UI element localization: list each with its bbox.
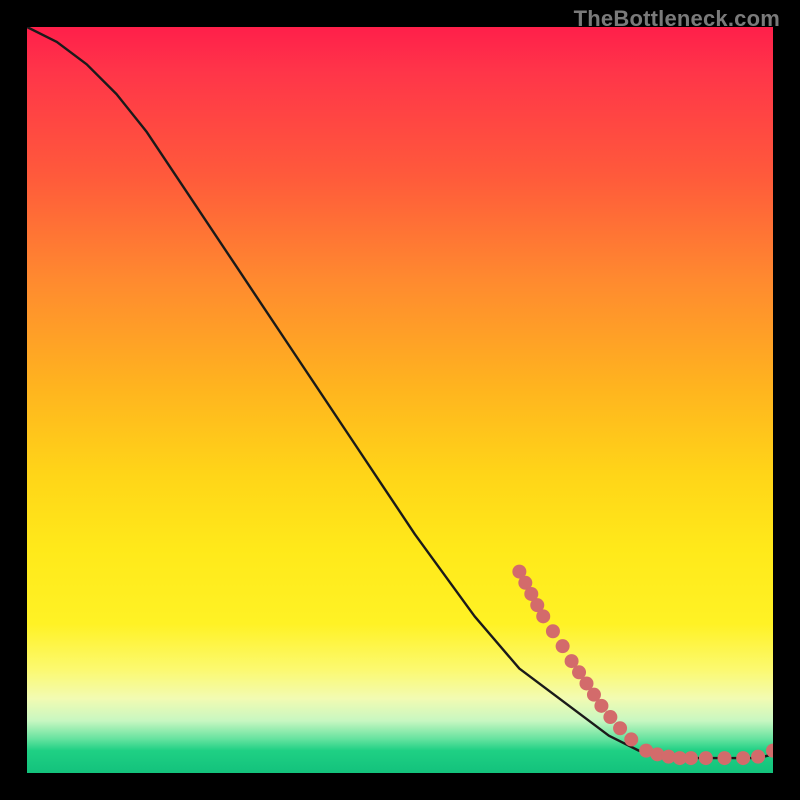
chart-dot xyxy=(718,751,732,765)
chart-root: TheBottleneck.com xyxy=(0,0,800,800)
chart-dot xyxy=(594,699,608,713)
chart-dot xyxy=(603,710,617,724)
chart-dot xyxy=(546,624,560,638)
plot-area xyxy=(27,27,773,773)
chart-svg xyxy=(27,27,773,773)
chart-dot xyxy=(556,639,570,653)
chart-dot xyxy=(751,750,765,764)
chart-dot xyxy=(699,751,713,765)
chart-dots xyxy=(512,565,773,766)
chart-curve xyxy=(27,27,773,758)
chart-dot xyxy=(736,751,750,765)
chart-dot xyxy=(624,732,638,746)
chart-dot xyxy=(536,609,550,623)
chart-dot xyxy=(613,721,627,735)
chart-dot xyxy=(684,751,698,765)
